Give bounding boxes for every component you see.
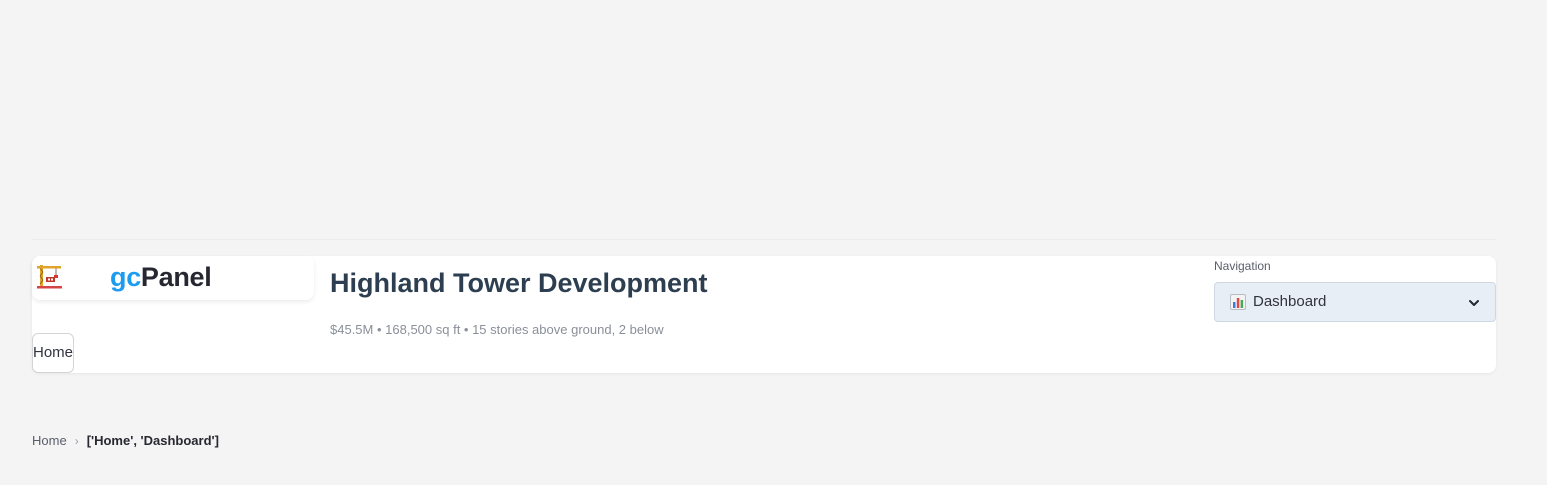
brand-suffix: Panel <box>140 262 212 292</box>
home-button[interactable]: Home <box>32 333 74 373</box>
top-divider <box>32 239 1496 240</box>
bar-chart-icon <box>1230 294 1246 310</box>
navigation-select[interactable]: Dashboard <box>1214 282 1496 322</box>
brand-logo[interactable]: gcPanel <box>32 256 314 300</box>
breadcrumb-home[interactable]: Home <box>32 433 67 448</box>
navigation-selected-value: Dashboard <box>1253 293 1327 310</box>
breadcrumb: Home › ['Home', 'Dashboard'] <box>32 433 219 448</box>
project-summary: $45.5M • 168,500 sq ft • 15 stories abov… <box>330 322 664 337</box>
brand-name: gcPanel <box>110 262 212 293</box>
breadcrumb-current: ['Home', 'Dashboard'] <box>86 433 219 448</box>
construction-crane-icon <box>37 265 62 289</box>
navigation-label: Navigation <box>1214 259 1271 273</box>
chevron-down-icon[interactable] <box>1467 296 1481 310</box>
breadcrumb-separator: › <box>74 433 79 448</box>
brand-prefix: gc <box>110 262 141 292</box>
page-title: Highland Tower Development <box>330 268 708 298</box>
